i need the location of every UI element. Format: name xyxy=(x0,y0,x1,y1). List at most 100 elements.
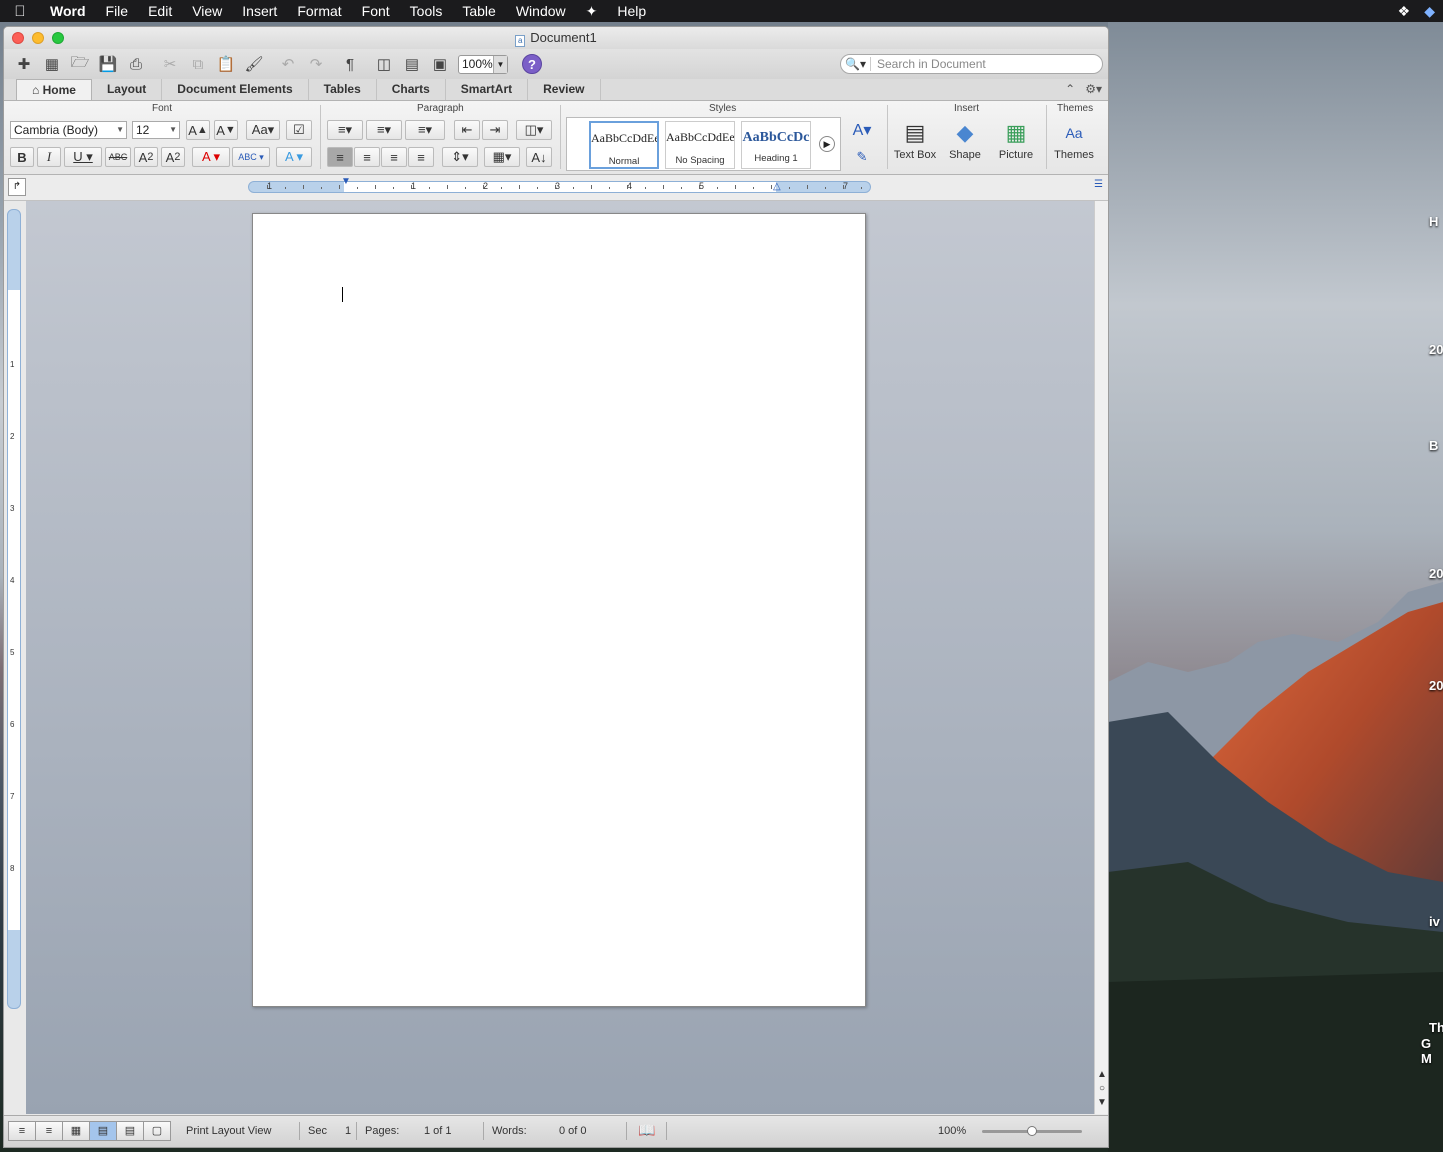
paste-icon[interactable]: 📋 xyxy=(212,53,240,75)
desktop-item-label[interactable]: G M xyxy=(1421,1036,1443,1066)
tab-charts[interactable]: Charts xyxy=(377,79,446,100)
align-right-button[interactable]: ≡ xyxy=(381,147,407,167)
columns-icon[interactable]: ◫▾ xyxy=(516,120,552,140)
format-painter-icon[interactable]: 🖌 xyxy=(240,53,268,75)
toolbox-icon[interactable]: ▣ xyxy=(426,53,454,75)
menu-edit[interactable]: Edit xyxy=(138,0,182,22)
gallery-icon[interactable]: ▤ xyxy=(398,53,426,75)
bold-button[interactable]: B xyxy=(10,147,34,167)
tab-tables[interactable]: Tables xyxy=(309,79,377,100)
tab-home[interactable]: ⌂ Home xyxy=(16,79,92,100)
menu-insert[interactable]: Insert xyxy=(232,0,287,22)
tab-document-elements[interactable]: Document Elements xyxy=(162,79,309,100)
clear-formatting-icon[interactable]: ☑ xyxy=(286,120,312,140)
chevron-down-icon[interactable]: ▼ xyxy=(116,122,124,138)
draft-view-icon[interactable]: ≡ xyxy=(8,1121,36,1141)
borders-icon[interactable]: ▦▾ xyxy=(484,147,520,167)
style-normal[interactable]: AaBbCcDdEe Normal xyxy=(589,121,659,169)
search-icon[interactable]: 🔍▾ xyxy=(841,57,871,71)
document-page[interactable] xyxy=(252,213,866,1007)
desktop-item-label[interactable]: Th xyxy=(1429,1020,1443,1035)
underline-button[interactable]: U ▾ xyxy=(64,147,102,167)
decrease-indent-icon[interactable]: ⇤ xyxy=(454,120,480,140)
horizontal-ruler[interactable]: 1 1 2 3 4 5 7 ▼ △ xyxy=(248,176,871,193)
text-box-button[interactable]: ▤ Text Box xyxy=(890,117,940,161)
redo-icon[interactable]: ↷ xyxy=(302,53,330,75)
menu-font[interactable]: Font xyxy=(352,0,400,22)
tab-selector-icon[interactable]: ↱ xyxy=(8,178,26,196)
apple-icon[interactable]:  xyxy=(0,3,40,20)
next-page-icon[interactable]: ▼ xyxy=(1096,1097,1108,1108)
chevron-down-icon[interactable]: ▼ xyxy=(493,55,507,73)
increase-indent-icon[interactable]: ⇥ xyxy=(482,120,508,140)
collapse-ribbon-icon[interactable]: ⌃ xyxy=(1065,82,1075,96)
style-options-icon[interactable]: A▾ xyxy=(847,120,877,140)
chevron-down-icon[interactable]: ▼ xyxy=(169,122,177,138)
align-left-button[interactable]: ≡ xyxy=(327,147,353,167)
zoom-slider[interactable] xyxy=(982,1126,1082,1136)
desktop-item-label[interactable]: 20 xyxy=(1429,342,1443,357)
subscript-button[interactable]: A2 xyxy=(161,147,185,167)
status-app-icon[interactable]: ◆ xyxy=(1424,3,1435,20)
shrink-font-icon[interactable]: A ▼ xyxy=(214,120,238,140)
search-input[interactable]: Search in Document xyxy=(877,57,986,71)
desktop-item-label[interactable]: H xyxy=(1429,214,1438,229)
menu-help[interactable]: Help xyxy=(607,0,656,22)
tab-review[interactable]: Review xyxy=(528,79,601,100)
search-field[interactable]: 🔍▾ Search in Document xyxy=(840,54,1103,74)
first-line-indent-marker[interactable]: ▼ xyxy=(341,176,351,187)
print-icon[interactable]: ⎙ xyxy=(122,53,150,75)
shape-button[interactable]: ◆ Shape xyxy=(940,117,990,161)
themes-button[interactable]: Aa Themes xyxy=(1049,117,1099,161)
change-case-icon[interactable]: Aa▾ xyxy=(246,120,280,140)
next-styles-icon[interactable]: ▶ xyxy=(819,136,835,152)
right-indent-marker[interactable]: △ xyxy=(773,181,781,192)
menu-window[interactable]: Window xyxy=(506,0,576,22)
line-spacing-icon[interactable]: ⇕▾ xyxy=(442,147,478,167)
tab-smartart[interactable]: SmartArt xyxy=(446,79,529,100)
italic-button[interactable]: I xyxy=(37,147,61,167)
highlight-button[interactable]: ABC ▾ xyxy=(232,147,270,167)
vertical-ruler[interactable]: 1 2 3 4 5 6 7 8 xyxy=(7,209,21,1009)
desktop-item-label[interactable]: 20 xyxy=(1429,566,1443,581)
publishing-view-icon[interactable]: ▦ xyxy=(62,1121,90,1141)
previous-page-icon[interactable]: ▲ xyxy=(1096,1069,1108,1080)
zoom-slider-knob[interactable] xyxy=(1027,1126,1037,1136)
multilevel-list-icon[interactable]: ≡▾ xyxy=(405,120,445,140)
bullets-icon[interactable]: ≡▾ xyxy=(327,120,363,140)
font-color-button[interactable]: A ▾ xyxy=(192,147,230,167)
vertical-scrollbar[interactable]: ▲ ○ ▼ xyxy=(1094,201,1108,1114)
desktop-item-label[interactable]: 20 xyxy=(1429,678,1443,693)
zoom-field[interactable]: 100% ▼ xyxy=(458,54,508,74)
style-heading-1[interactable]: AaBbCcDc Heading 1 xyxy=(741,121,811,169)
focus-view-icon[interactable]: ▢ xyxy=(143,1121,171,1141)
desktop-item-label[interactable]: B xyxy=(1429,438,1438,453)
templates-icon[interactable]: ▦ xyxy=(38,53,66,75)
outline-view-icon[interactable]: ≡ xyxy=(35,1121,63,1141)
open-icon[interactable]: 🗁 xyxy=(66,53,94,75)
menu-format[interactable]: Format xyxy=(287,0,351,22)
sort-icon[interactable]: A↓ xyxy=(526,147,552,167)
proofing-icon[interactable]: 📖 xyxy=(638,1122,655,1139)
script-icon[interactable]: ✦ xyxy=(576,0,608,22)
show-formatting-icon[interactable]: ¶ xyxy=(336,53,364,75)
save-icon[interactable]: 💾 xyxy=(94,53,122,75)
style-pane-icon[interactable]: ✎ xyxy=(847,147,877,167)
print-layout-view-icon[interactable]: ▤ xyxy=(89,1121,117,1141)
cut-icon[interactable]: ✂ xyxy=(156,53,184,75)
superscript-button[interactable]: A2 xyxy=(134,147,158,167)
tab-layout[interactable]: Layout xyxy=(92,79,163,100)
font-size-field[interactable]: 12 ▼ xyxy=(132,121,180,139)
font-name-field[interactable]: Cambria (Body) ▼ xyxy=(10,121,127,139)
menu-file[interactable]: File xyxy=(96,0,139,22)
picture-button[interactable]: ▦ Picture xyxy=(991,117,1041,161)
menu-tools[interactable]: Tools xyxy=(400,0,453,22)
split-view-icon[interactable]: ☰ xyxy=(1094,179,1106,193)
sidebar-icon[interactable]: ◫ xyxy=(370,53,398,75)
menu-word[interactable]: Word xyxy=(40,0,96,22)
strikethrough-button[interactable]: ABC xyxy=(105,147,131,167)
gear-icon[interactable]: ⚙▾ xyxy=(1085,82,1102,96)
browse-object-icon[interactable]: ○ xyxy=(1096,1083,1108,1094)
copy-icon[interactable]: ⧉ xyxy=(184,53,212,75)
new-document-icon[interactable]: ✚ xyxy=(10,53,38,75)
